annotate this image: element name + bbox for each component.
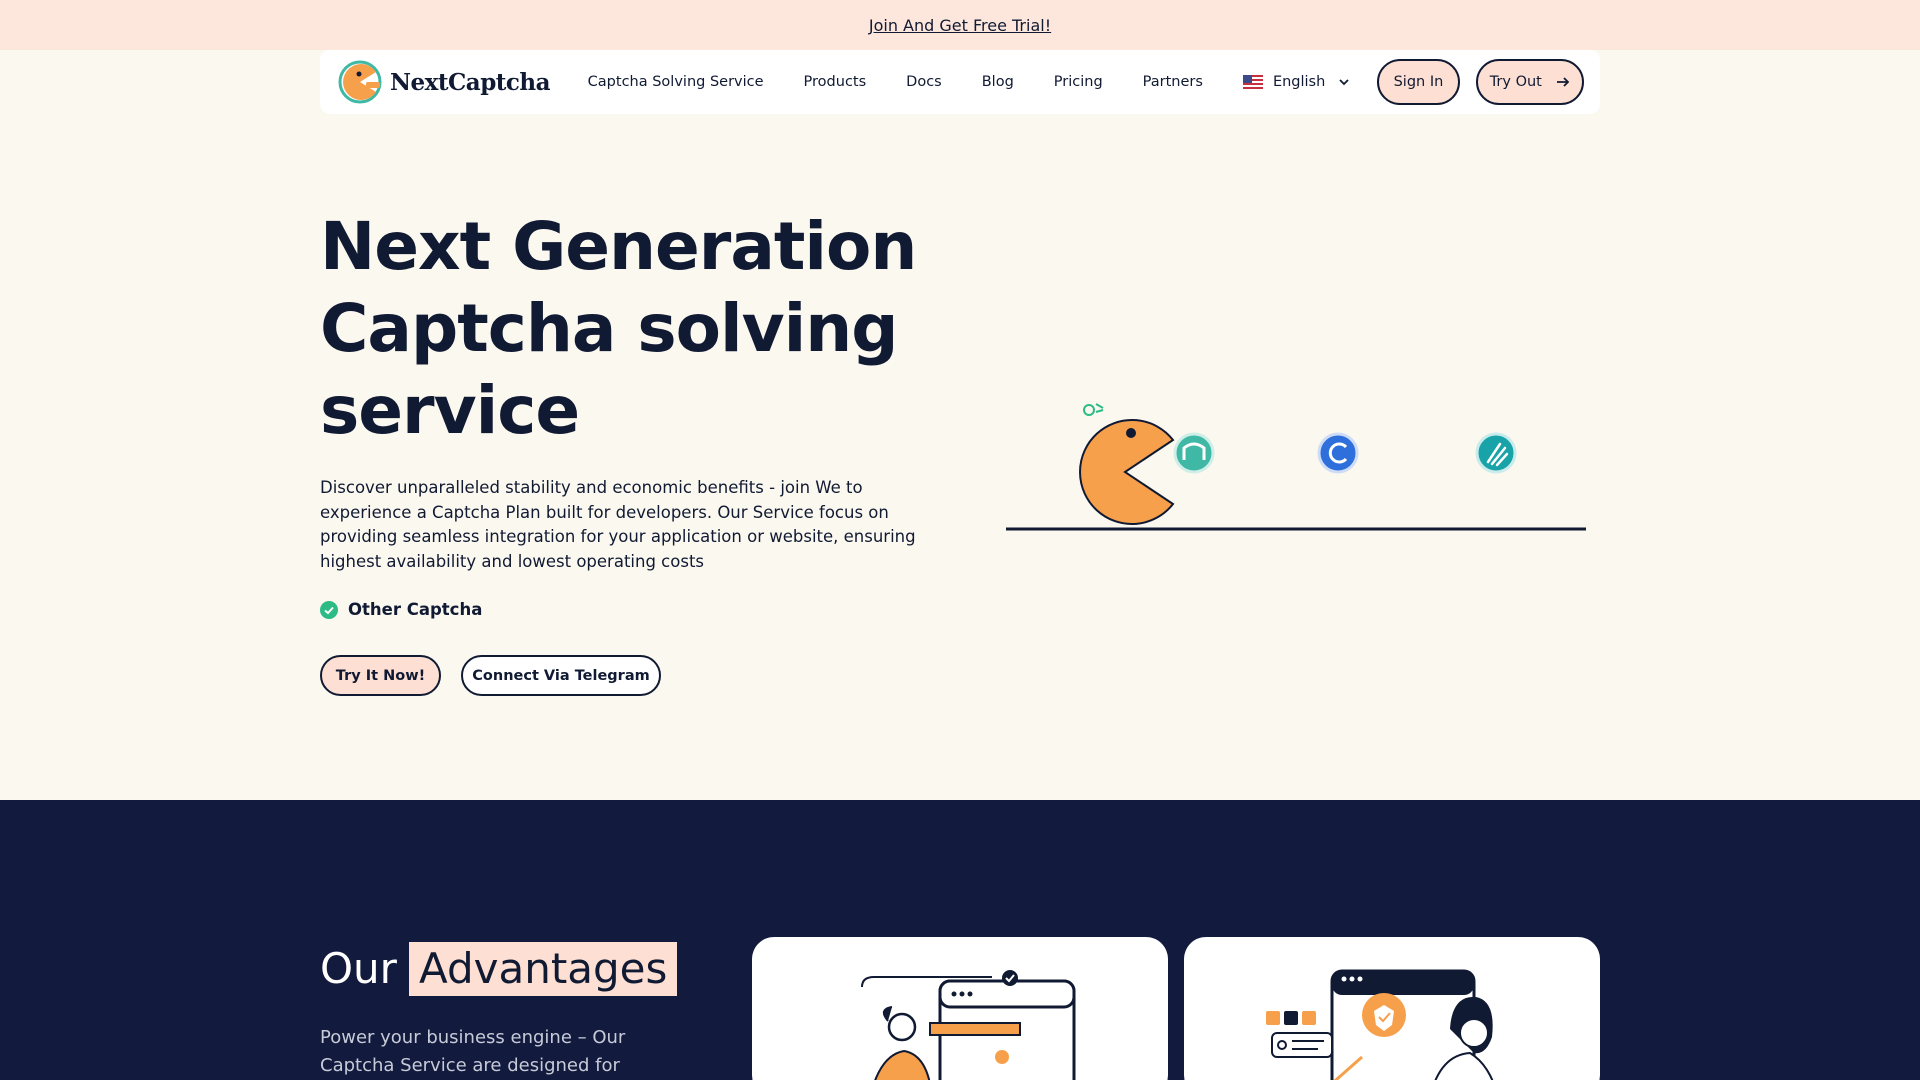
- feature-item: Other Captcha: [320, 600, 482, 619]
- nav-link-docs[interactable]: Docs: [906, 74, 942, 90]
- us-flag-icon: [1242, 75, 1263, 89]
- language-label: English: [1272, 74, 1326, 90]
- language-selector[interactable]: English: [1242, 74, 1351, 90]
- free-trial-link[interactable]: Join And Get Free Trial!: [869, 16, 1051, 35]
- try-out-button[interactable]: Try Out: [1475, 59, 1584, 105]
- nav-link-partners[interactable]: Partners: [1143, 74, 1203, 90]
- advantages-title-plain: Our: [320, 944, 397, 993]
- nav-link-products[interactable]: Products: [804, 74, 867, 90]
- hero-description: Discover unparalleled stability and econ…: [320, 478, 916, 571]
- brand-logo-icon: [338, 60, 382, 104]
- brand-name: NextCaptcha: [390, 68, 551, 96]
- advantage-card: [752, 937, 1168, 1080]
- hero-cta-row: Try It Now! Connect Via Telegram: [320, 655, 661, 696]
- security-illustration: [1266, 969, 1494, 1080]
- developer-illustration: [861, 970, 1076, 1080]
- nav-link-pricing[interactable]: Pricing: [1054, 74, 1103, 90]
- pacman-mascot-icon: [1079, 403, 1175, 525]
- advantages-title: Our Advantages: [320, 942, 678, 996]
- nav-links: Captcha Solving Service Products Docs Bl…: [588, 74, 1243, 90]
- arrow-right-icon: [1556, 77, 1570, 87]
- nav-link-captcha-solving-service[interactable]: Captcha Solving Service: [588, 74, 764, 90]
- advantage-card: [1184, 937, 1600, 1080]
- hero-title: Next Generation Captcha solving service: [320, 208, 917, 449]
- captcha-logo-hand-icon: [1475, 432, 1517, 474]
- feature-label: Other Captcha: [348, 600, 483, 619]
- captcha-logo-teal-icon: [1173, 432, 1215, 474]
- advantages-title-highlight: Advantages: [408, 942, 678, 996]
- hero-animation: [1006, 403, 1586, 531]
- check-circle-icon: [320, 600, 338, 619]
- brand-logo[interactable]: NextCaptcha: [336, 60, 588, 104]
- nav-link-blog[interactable]: Blog: [982, 74, 1014, 90]
- connect-telegram-button[interactable]: Connect Via Telegram: [461, 655, 661, 696]
- promo-bar: Join And Get Free Trial!: [0, 0, 1920, 50]
- try-it-now-button[interactable]: Try It Now!: [320, 655, 441, 696]
- top-navigation: NextCaptcha Captcha Solving Service Prod…: [320, 50, 1600, 114]
- advantages-description: Power your business engine – Our Captcha…: [320, 1027, 626, 1076]
- captcha-logo-blue-icon: [1317, 432, 1359, 474]
- sign-in-button[interactable]: Sign In: [1377, 59, 1460, 105]
- chevron-down-icon: [1339, 79, 1349, 86]
- try-out-label: Try Out: [1489, 74, 1542, 90]
